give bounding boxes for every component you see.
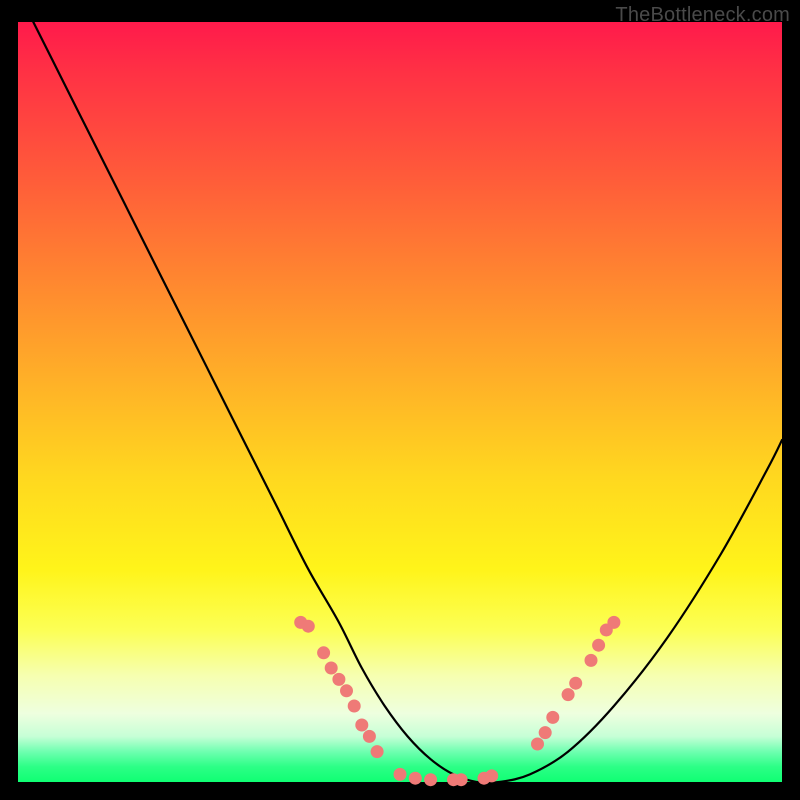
highlight-dot — [409, 772, 422, 785]
highlight-dot — [424, 773, 437, 786]
highlight-dots — [294, 616, 620, 786]
curve-svg — [18, 22, 782, 782]
highlight-dot — [355, 719, 368, 732]
highlight-dot — [531, 738, 544, 751]
highlight-dot — [569, 677, 582, 690]
highlight-dot — [562, 688, 575, 701]
plot-area — [18, 22, 782, 782]
highlight-dot — [363, 730, 376, 743]
chart-frame: TheBottleneck.com — [0, 0, 800, 800]
highlight-dot — [302, 620, 315, 633]
highlight-dot — [394, 768, 407, 781]
highlight-dot — [592, 639, 605, 652]
highlight-dot — [332, 673, 345, 686]
watermark-text: TheBottleneck.com — [615, 4, 790, 27]
highlight-dot — [585, 654, 598, 667]
highlight-dot — [485, 769, 498, 782]
highlight-dot — [348, 700, 361, 713]
highlight-dot — [371, 745, 384, 758]
highlight-dot — [546, 711, 559, 724]
highlight-dot — [317, 646, 330, 659]
highlight-dot — [607, 616, 620, 629]
highlight-dot — [325, 662, 338, 675]
highlight-dot — [455, 773, 468, 786]
highlight-dot — [539, 726, 552, 739]
highlight-dot — [340, 684, 353, 697]
bottleneck-curve — [33, 22, 782, 783]
